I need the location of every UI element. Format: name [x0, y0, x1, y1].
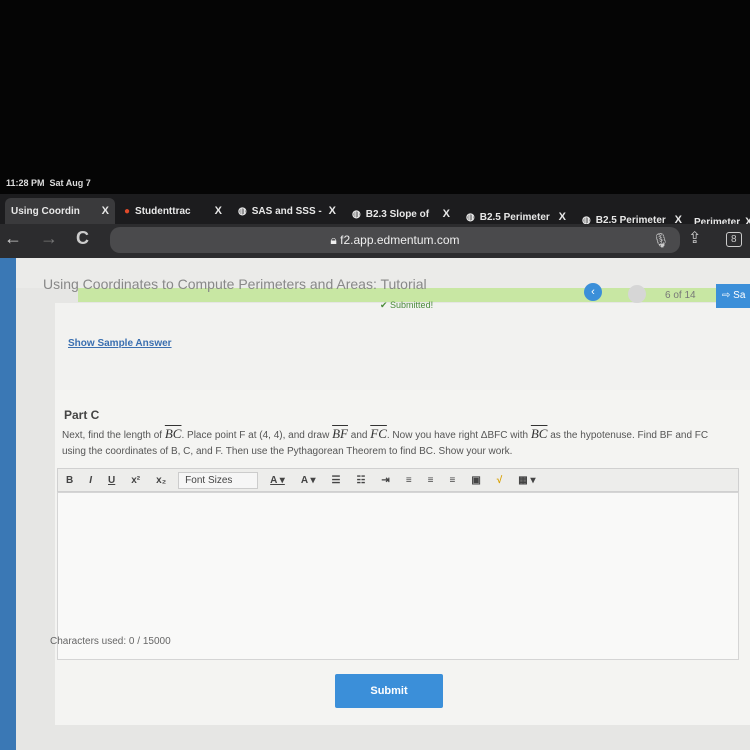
- close-icon[interactable]: X: [329, 205, 336, 217]
- superscript-button[interactable]: x²: [123, 475, 148, 486]
- time: 11:28 PM: [6, 178, 45, 188]
- globe-icon: ◍: [238, 205, 247, 217]
- answer-editor[interactable]: [57, 492, 739, 660]
- url-text: f2.app.edmentum.com: [340, 233, 460, 247]
- page: ✔ Submitted! Using Coordinates to Comput…: [0, 258, 750, 750]
- tab-label: B2.3 Slope of: [365, 208, 430, 220]
- close-icon[interactable]: X: [102, 205, 109, 217]
- tab-label: Using Coordin: [11, 205, 80, 217]
- underline-button[interactable]: U: [100, 475, 123, 486]
- address-bar[interactable]: 🔒︎ f2.app.edmentum.com: [110, 227, 680, 253]
- apple-icon: ●: [124, 205, 131, 217]
- bold-button[interactable]: B: [58, 475, 81, 486]
- segment-bf: BF: [332, 426, 348, 441]
- tab-using-coordinates[interactable]: Using Coordin X: [5, 198, 115, 224]
- show-sample-answer-link[interactable]: Show Sample Answer: [68, 338, 172, 349]
- prompt-text: . Now you have right ΔBFC with: [386, 430, 531, 441]
- segment-fc: FC: [370, 426, 387, 441]
- tab-count-button[interactable]: 8: [726, 232, 742, 247]
- part-c-heading: Part C: [64, 408, 100, 422]
- bullet-list-icon[interactable]: ☰: [323, 475, 348, 486]
- share-icon[interactable]: ⇪: [688, 228, 701, 248]
- page-counter: 6 of 14: [665, 290, 696, 301]
- tab-label: Studenttrac: [135, 205, 191, 217]
- math-icon[interactable]: √: [489, 475, 511, 486]
- background-color-button[interactable]: A ▾: [293, 475, 324, 486]
- tab-studenttrac[interactable]: ● Studenttrac X: [118, 198, 228, 224]
- forward-icon[interactable]: →: [40, 228, 58, 249]
- back-icon[interactable]: ←: [4, 228, 22, 249]
- indent-icon[interactable]: ⇥: [373, 475, 397, 486]
- date: Sat Aug 7: [49, 178, 91, 188]
- numbered-list-icon[interactable]: ☷: [348, 475, 373, 486]
- table-icon[interactable]: ▦ ▾: [510, 475, 543, 486]
- microphone-icon[interactable]: 🎙︎: [652, 232, 670, 249]
- align-right-icon[interactable]: ≡: [442, 475, 464, 486]
- tab-bar: Using Coordin X ● Studenttrac X ◍ SAS and SS…: [0, 194, 750, 228]
- sidebar: [0, 258, 16, 750]
- save-label: Sa: [733, 290, 746, 301]
- lock-icon: 🔒︎: [330, 233, 337, 247]
- segment-bc: BC: [164, 426, 182, 441]
- prompt-text: . Place point F at (4, 4), and draw: [181, 430, 333, 441]
- globe-icon: ◍: [352, 208, 361, 220]
- globe-icon: ◍: [466, 211, 475, 223]
- editor-toolbar: B I U x² x₂ Font Sizes A ▾ A ▾ ☰ ☷ ⇥ ≡ ≡…: [57, 468, 739, 492]
- character-count: Characters used: 0 / 15000: [50, 636, 171, 647]
- save-button[interactable]: ⇨ Sa: [716, 284, 750, 308]
- navigation-bar: ← → C 🔒︎ f2.app.edmentum.com 🎙︎ ⇪ 8: [0, 224, 750, 258]
- close-icon[interactable]: X: [559, 211, 566, 223]
- submit-button[interactable]: Submit: [335, 674, 443, 708]
- segment-bc: BC: [530, 426, 548, 441]
- page-title: Using Coordinates to Compute Perimeters …: [43, 276, 427, 292]
- subscript-button[interactable]: x₂: [148, 475, 174, 486]
- font-sizes-dropdown[interactable]: Font Sizes: [178, 471, 259, 489]
- image-icon[interactable]: ▣: [463, 475, 488, 486]
- question-prompt: Next, find the length of BC. Place point…: [62, 426, 732, 460]
- prompt-text: Next, find the length of: [62, 430, 165, 441]
- previous-button[interactable]: ‹: [584, 283, 602, 301]
- close-icon[interactable]: X: [215, 205, 222, 217]
- reload-icon[interactable]: C: [76, 228, 89, 249]
- align-left-icon[interactable]: ≡: [398, 475, 420, 486]
- close-icon[interactable]: X: [443, 208, 450, 220]
- submitted-text: Submitted!: [390, 300, 434, 310]
- align-center-icon[interactable]: ≡: [420, 475, 442, 486]
- submitted-status: ✔ Submitted!: [380, 300, 434, 310]
- italic-button[interactable]: I: [81, 475, 100, 486]
- part-b-card: [55, 303, 750, 403]
- next-button[interactable]: [628, 285, 646, 303]
- tab-label: B2.5 Perimeter: [479, 211, 550, 223]
- status-bar: 11:28 PM Sat Aug 7: [6, 178, 91, 188]
- tab-sas-sss[interactable]: ◍ SAS and SSS - X: [232, 198, 342, 224]
- font-color-button[interactable]: A ▾: [262, 475, 293, 486]
- prompt-text: and: [348, 430, 371, 441]
- tab-label: SAS and SSS -: [251, 205, 322, 217]
